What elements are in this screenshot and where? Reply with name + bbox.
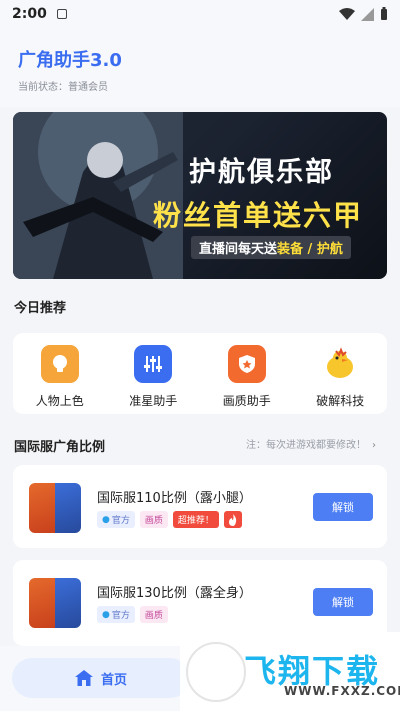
unlock-button[interactable]: 解锁 [313,493,373,521]
tag-official: ● 官方 [97,511,135,528]
recommend-item-crosshair[interactable]: 准星助手 [113,345,193,409]
note-text: 注：每次进游戏都要修改！ [246,440,366,451]
tag-graphics: 画质 [139,511,168,528]
recommend-title: 今日推荐 [14,301,67,316]
banner-line2: 粉丝首单送六甲 [153,199,364,232]
watermark-emblem [186,642,246,702]
globe-icon: ● [102,609,110,620]
app-header: 广角助手3.0 当前状态：普通会员 [0,28,400,107]
tag-graphics: 画质 [139,606,168,623]
recommend-item-label: 准星助手 [129,394,178,408]
game-thumbnail [29,578,81,628]
unlock-button[interactable]: 解锁 [313,588,373,616]
recommend-item-crack[interactable]: 破解科技 [300,345,380,409]
game-ratio-card[interactable]: 国际服110比例（露小腿） ● 官方 画质 超推荐！ 解锁 [13,465,387,548]
tag-label: 官方 [111,516,130,526]
notification-icon [56,9,67,19]
recommend-item-label: 破解科技 [316,394,365,408]
game-tags: ● 官方 画质 超推荐！ [97,511,242,528]
recommend-item-character-color[interactable]: 人物上色 [20,345,100,409]
status-icons [339,7,388,21]
watermark-logo: 飞翔下载 WWW.FXXZ.COM [180,632,400,711]
membership-status: 当前状态：普通会员 [18,82,108,93]
app-title: 广角助手3.0 [18,50,122,71]
recommend-item-graphics[interactable]: 画质助手 [207,345,287,409]
banner-line3-highlight: 装备 / 护航 [277,242,343,257]
tab-home[interactable]: 首页 [12,658,190,698]
wifi-icon [339,7,355,20]
watermark-url: WWW.FXXZ.COM [284,684,400,698]
recommend-card: 人物上色 准星助手 画质助手 破解科技 [13,333,387,414]
game-ratio-name: 国际服110比例（露小腿） [97,491,252,506]
promo-banner[interactable]: 护航俱乐部 粉丝首单送六甲 直播间每天送装备 / 护航 [13,112,387,279]
banner-line3: 直播间每天送装备 / 护航 [191,236,351,259]
battery-icon [381,7,387,20]
game-thumbnail [29,483,81,533]
status-time: 2:00 [12,6,47,22]
shield-icon [227,345,266,383]
tab-home-label: 首页 [100,672,127,688]
ratio-section-note[interactable]: 注：每次进游戏都要修改！ › [246,436,376,451]
ratio-section-title: 国际服广角比例 [14,440,106,455]
fire-icon [223,511,242,528]
game-tags: ● 官方 画质 [97,606,168,623]
recommend-item-label: 画质助手 [222,394,271,408]
chevron-right-icon: › [372,440,376,451]
home-icon [74,670,93,686]
bulb-icon [40,345,79,383]
banner-line3-text: 直播间每天送 [199,242,278,257]
tag-recommend: 超推荐！ [172,511,219,528]
tag-label: 官方 [111,611,130,621]
globe-icon: ● [102,514,110,525]
signal-icon [361,7,374,21]
recommend-item-label: 人物上色 [35,394,84,408]
tag-official: ● 官方 [97,606,135,623]
status-bar: 2:00 [0,0,400,28]
game-ratio-name: 国际服130比例（露全身） [97,586,252,601]
banner-line1: 护航俱乐部 [189,157,334,188]
chick-icon [321,345,359,383]
sliders-icon [134,345,173,383]
